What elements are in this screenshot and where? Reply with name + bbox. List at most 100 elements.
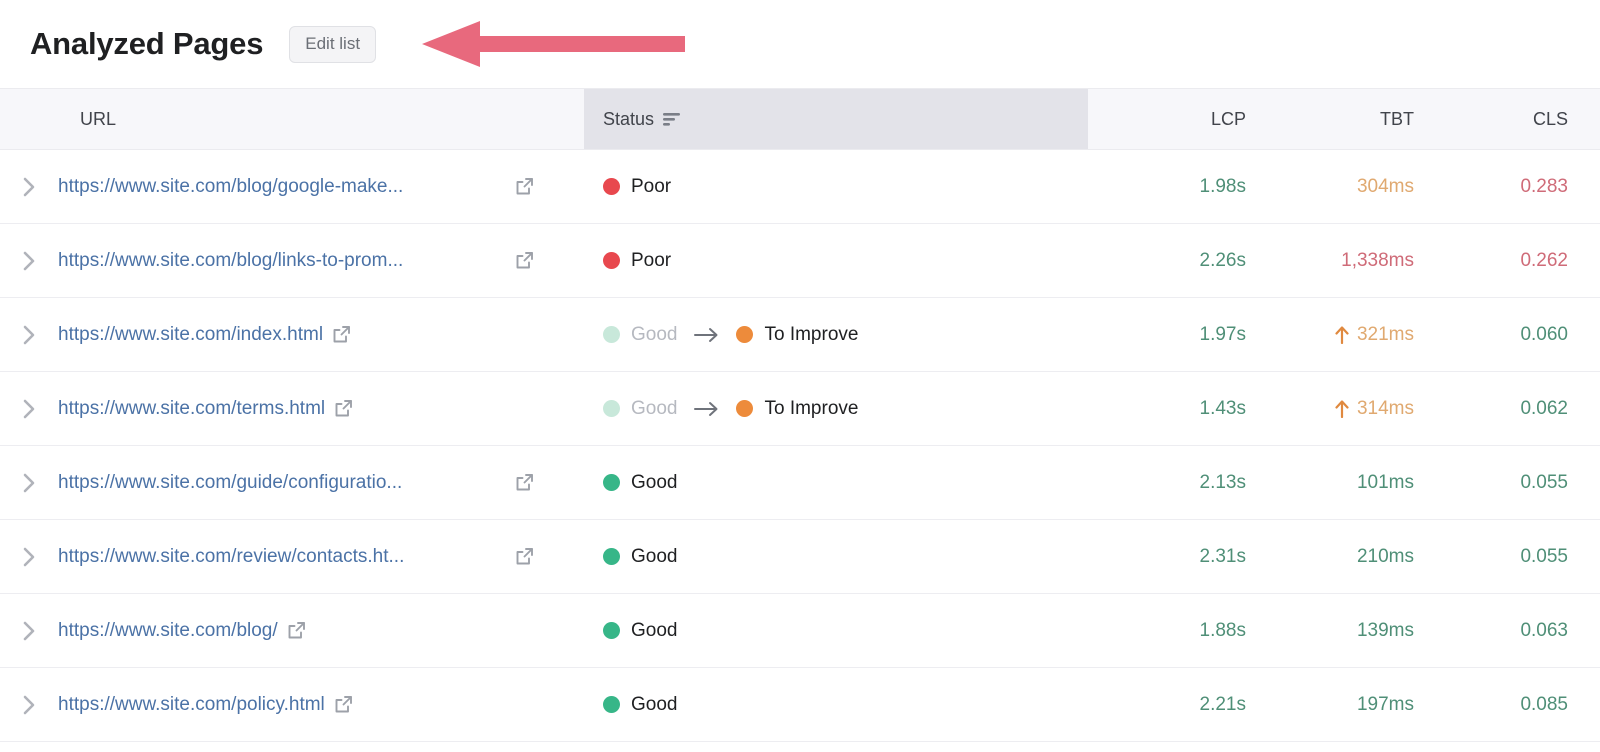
status-previous-label: Good [631, 323, 678, 345]
status-dot-previous [603, 400, 620, 417]
external-link-icon[interactable] [515, 177, 534, 196]
cell-tbt: 1,338ms [1264, 250, 1428, 272]
column-header-status[interactable]: Status [584, 109, 1088, 130]
row-expand-toggle[interactable] [0, 621, 58, 641]
chevron-right-icon[interactable] [23, 473, 36, 493]
cell-lcp-value: 2.31s [1199, 545, 1246, 567]
edit-list-button[interactable]: Edit list [289, 25, 377, 63]
cell-url: https://www.site.com/blog/google-make... [58, 176, 584, 198]
row-expand-toggle[interactable] [0, 251, 58, 271]
cell-lcp: 1.98s [1088, 176, 1264, 198]
cell-tbt: 314ms [1264, 398, 1428, 420]
cell-cls-value: 0.055 [1520, 545, 1568, 567]
external-link-icon[interactable] [332, 325, 351, 344]
cell-status: Good [584, 694, 1088, 716]
url-link[interactable]: https://www.site.com/terms.html [58, 398, 325, 420]
cell-url: https://www.site.com/index.html [58, 324, 584, 346]
chevron-right-icon[interactable] [23, 695, 36, 715]
table-row[interactable]: https://www.site.com/blog/Good 1.88s 139ms… [0, 594, 1600, 668]
column-header-url[interactable]: URL [0, 109, 584, 130]
chevron-right-icon[interactable] [23, 547, 36, 567]
analyzed-pages-table: URL Status LCP TBT CLS https://www.site.… [0, 88, 1600, 742]
cell-cls-value: 0.283 [1520, 175, 1568, 197]
cell-cls: 0.060 [1428, 324, 1600, 346]
cell-tbt-value: 197ms [1356, 693, 1414, 715]
chevron-right-icon[interactable] [23, 325, 36, 345]
column-header-cls[interactable]: CLS [1428, 109, 1600, 130]
sort-filter-icon[interactable] [663, 112, 681, 126]
cell-tbt: 197ms [1264, 694, 1428, 716]
cell-lcp-value: 1.97s [1199, 323, 1246, 345]
cell-lcp: 2.26s [1088, 250, 1264, 272]
status-current: To Improve [736, 398, 858, 420]
row-expand-toggle[interactable] [0, 399, 58, 419]
cell-cls-value: 0.262 [1520, 249, 1568, 271]
url-link[interactable]: https://www.site.com/index.html [58, 324, 323, 346]
status-dot-current [603, 252, 620, 269]
cell-url: https://www.site.com/blog/links-to-prom.… [58, 250, 584, 272]
cell-tbt: 101ms [1264, 472, 1428, 494]
cell-tbt-value: 304ms [1356, 175, 1414, 197]
url-link[interactable]: https://www.site.com/blog/ [58, 620, 278, 642]
cell-lcp: 2.31s [1088, 546, 1264, 568]
chevron-right-icon[interactable] [23, 621, 36, 641]
cell-cls: 0.283 [1428, 176, 1600, 198]
external-link-icon[interactable] [515, 547, 534, 566]
cell-cls-value: 0.063 [1520, 619, 1568, 641]
table-row[interactable]: https://www.site.com/index.html Good To Im… [0, 298, 1600, 372]
cell-url: https://www.site.com/guide/configuratio.… [58, 472, 584, 494]
row-expand-toggle[interactable] [0, 177, 58, 197]
status-current: Good [603, 472, 677, 494]
cell-tbt: 321ms [1264, 324, 1428, 346]
arrow-right-icon [694, 401, 719, 417]
chevron-right-icon[interactable] [23, 399, 36, 419]
status-dot-current [603, 474, 620, 491]
url-link[interactable]: https://www.site.com/blog/google-make... [58, 176, 506, 198]
table-row[interactable]: https://www.site.com/review/contacts.ht.… [0, 520, 1600, 594]
external-link-icon[interactable] [515, 251, 534, 270]
url-link[interactable]: https://www.site.com/review/contacts.ht.… [58, 546, 506, 568]
column-header-lcp-label: LCP [1210, 108, 1246, 129]
column-header-lcp[interactable]: LCP [1088, 109, 1264, 130]
row-expand-toggle[interactable] [0, 547, 58, 567]
chevron-right-icon[interactable] [23, 251, 36, 271]
row-expand-toggle[interactable] [0, 473, 58, 493]
url-link[interactable]: https://www.site.com/blog/links-to-prom.… [58, 250, 506, 272]
cell-cls-value: 0.055 [1520, 471, 1568, 493]
cell-tbt-value: 210ms [1356, 545, 1414, 567]
cell-cls-value: 0.060 [1520, 323, 1568, 345]
cell-lcp: 1.88s [1088, 620, 1264, 642]
external-link-icon[interactable] [287, 621, 306, 640]
arrow-up-icon [1335, 325, 1349, 344]
status-current: To Improve [736, 324, 858, 346]
cell-lcp-value: 1.43s [1199, 397, 1246, 419]
url-link[interactable]: https://www.site.com/guide/configuratio.… [58, 472, 506, 494]
analyzed-pages-screen: Analyzed Pages Edit list URL Status LCP … [0, 0, 1600, 752]
url-link[interactable]: https://www.site.com/policy.html [58, 694, 325, 716]
external-link-icon[interactable] [334, 695, 353, 714]
table-row[interactable]: https://www.site.com/blog/links-to-prom.… [0, 224, 1600, 298]
table-row[interactable]: https://www.site.com/policy.html Good 2.21… [0, 668, 1600, 742]
row-expand-toggle[interactable] [0, 695, 58, 715]
external-link-icon[interactable] [334, 399, 353, 418]
cell-url: https://www.site.com/terms.html [58, 398, 584, 420]
cell-tbt-value: 101ms [1356, 471, 1414, 493]
column-header-status-label: Status [603, 108, 655, 129]
status-current: Poor [603, 250, 671, 272]
cell-tbt: 304ms [1264, 176, 1428, 198]
column-header-tbt[interactable]: TBT [1264, 109, 1428, 130]
cell-status: Poor [584, 250, 1088, 272]
status-current: Good [603, 620, 677, 642]
external-link-icon[interactable] [515, 473, 534, 492]
status-current-label: To Improve [764, 397, 859, 419]
table-row[interactable]: https://www.site.com/blog/google-make...… [0, 150, 1600, 224]
status-current: Good [603, 694, 677, 716]
table-row[interactable]: https://www.site.com/terms.html Good To Im… [0, 372, 1600, 446]
cell-status: Poor [584, 176, 1088, 198]
cell-lcp: 2.21s [1088, 694, 1264, 716]
status-current-label: To Improve [764, 323, 859, 345]
row-expand-toggle[interactable] [0, 325, 58, 345]
status-current-label: Good [631, 471, 678, 493]
chevron-right-icon[interactable] [23, 177, 36, 197]
table-row[interactable]: https://www.site.com/guide/configuratio.… [0, 446, 1600, 520]
